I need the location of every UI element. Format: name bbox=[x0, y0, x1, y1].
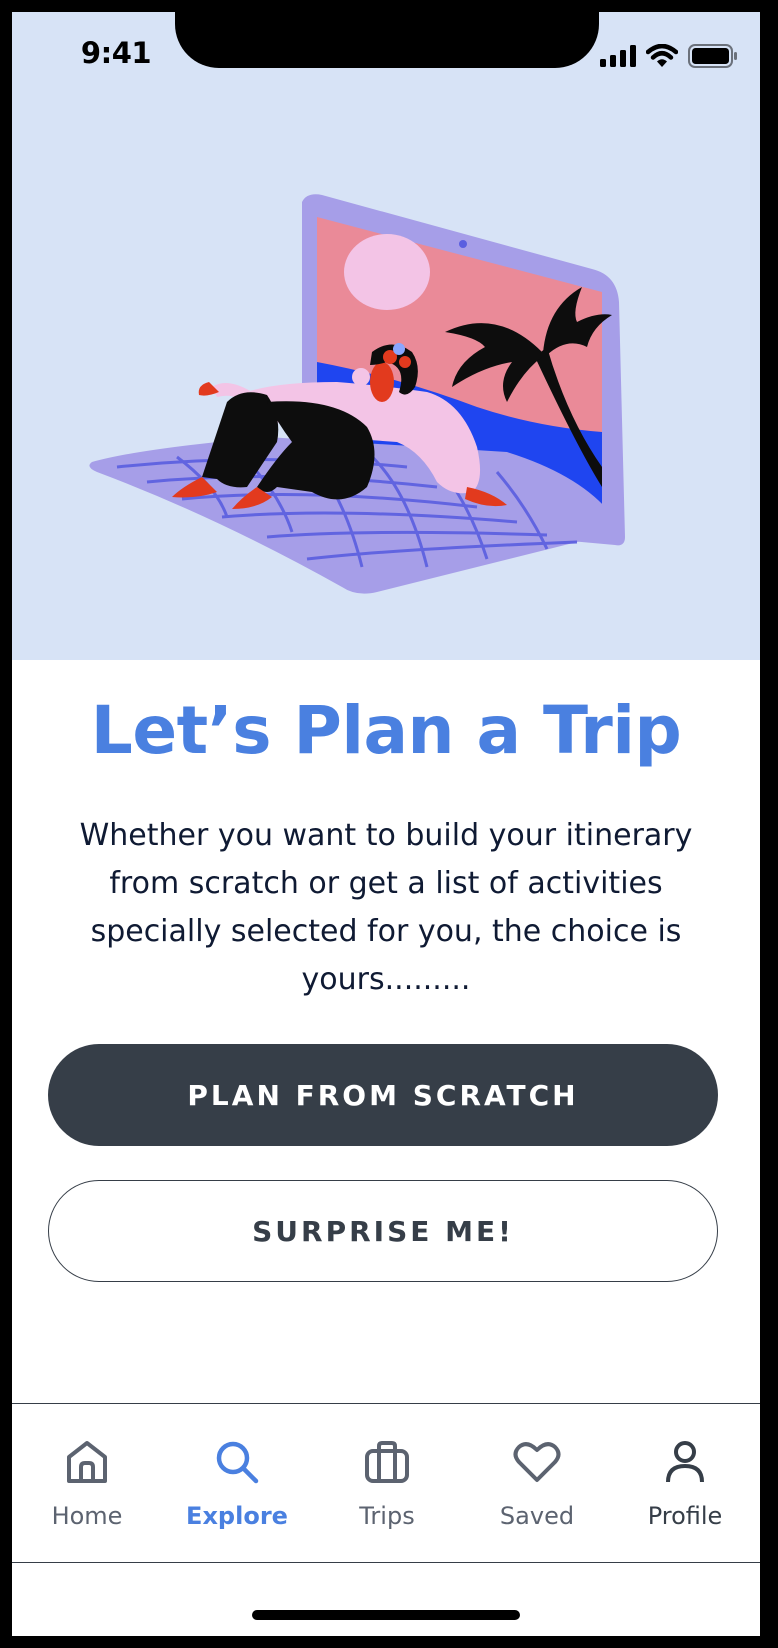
tab-saved-label: Saved bbox=[499, 1502, 575, 1530]
surprise-me-button[interactable]: SURPRISE ME! bbox=[48, 1180, 718, 1282]
tab-home[interactable]: Home bbox=[12, 1404, 162, 1564]
tab-trips-label: Trips bbox=[359, 1502, 415, 1530]
heart-icon bbox=[513, 1436, 561, 1488]
status-icons bbox=[600, 43, 738, 72]
hero-section: 9:41 bbox=[12, 12, 760, 660]
device-notch bbox=[175, 12, 599, 68]
tab-profile[interactable]: Profile bbox=[610, 1404, 760, 1564]
battery-icon bbox=[688, 44, 738, 72]
wifi-icon bbox=[645, 43, 679, 72]
page-description: Whether you want to build your itinerary… bbox=[79, 818, 693, 997]
plan-from-scratch-button[interactable]: PLAN FROM SCRATCH bbox=[48, 1044, 718, 1146]
home-icon bbox=[65, 1436, 109, 1488]
home-indicator[interactable] bbox=[252, 1610, 520, 1620]
phone-screen: 9:41 Let’s Plan a Trip Whether you want … bbox=[12, 12, 760, 1636]
tab-saved[interactable]: Saved bbox=[462, 1404, 612, 1564]
tab-explore[interactable]: Explore bbox=[162, 1404, 312, 1564]
tab-explore-label: Explore bbox=[186, 1502, 288, 1530]
status-time: 9:41 bbox=[80, 36, 152, 70]
tab-profile-label: Profile bbox=[647, 1502, 723, 1530]
page-title: Let’s Plan a Trip bbox=[90, 692, 682, 769]
bottom-tab-bar: Home Explore Trips Saved Profile bbox=[12, 1403, 760, 1563]
tab-home-label: Home bbox=[51, 1502, 123, 1530]
search-icon bbox=[214, 1436, 260, 1488]
tab-trips[interactable]: Trips bbox=[312, 1404, 462, 1564]
user-icon bbox=[665, 1436, 705, 1488]
woman-lounging-on-laptop-beach-illustration bbox=[89, 194, 625, 594]
briefcase-icon bbox=[364, 1436, 410, 1488]
cellular-signal-icon bbox=[600, 45, 636, 71]
